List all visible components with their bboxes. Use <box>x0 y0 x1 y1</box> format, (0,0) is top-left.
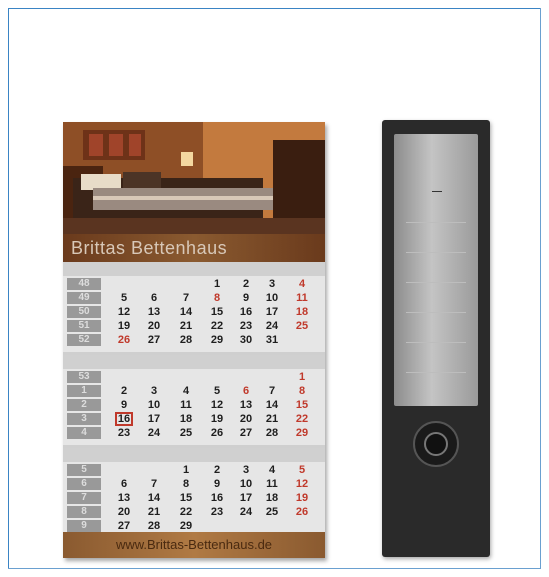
image-frame-bottom <box>8 568 541 569</box>
calendar-brand-title: Brittas Bettenhaus <box>63 234 325 262</box>
calendar-month-2: 53 1 12345678 2 9 10 11 12 13 14 15 3 16 17 18 19 20 2… <box>63 355 325 445</box>
calendar-footer-url: www.Brittas-Bettenhaus.de <box>63 532 325 558</box>
month-header <box>63 262 325 276</box>
date-marker <box>115 412 133 426</box>
calendar-month-1: 48 1 2 3 4 49 5 6 7 8 9 10 11 50 12 13 14 15 16 17 18 51 19… <box>63 262 325 352</box>
month-header <box>63 448 325 462</box>
binder-spine-label <box>394 134 478 406</box>
month-header <box>63 355 325 369</box>
calendar-month-3: 512345 6 6 7 8 9 10 11 12 7 13 14 15 16 17 18 19 8 20 21… <box>63 448 325 538</box>
black-ring-binder <box>382 120 490 557</box>
image-frame-right <box>540 8 541 569</box>
binder-finger-hole <box>413 421 459 467</box>
wall-calendar: Brittas Bettenhaus 48 1 2 3 4 49 5 6 7 8 9 10 11 50… <box>63 122 325 558</box>
